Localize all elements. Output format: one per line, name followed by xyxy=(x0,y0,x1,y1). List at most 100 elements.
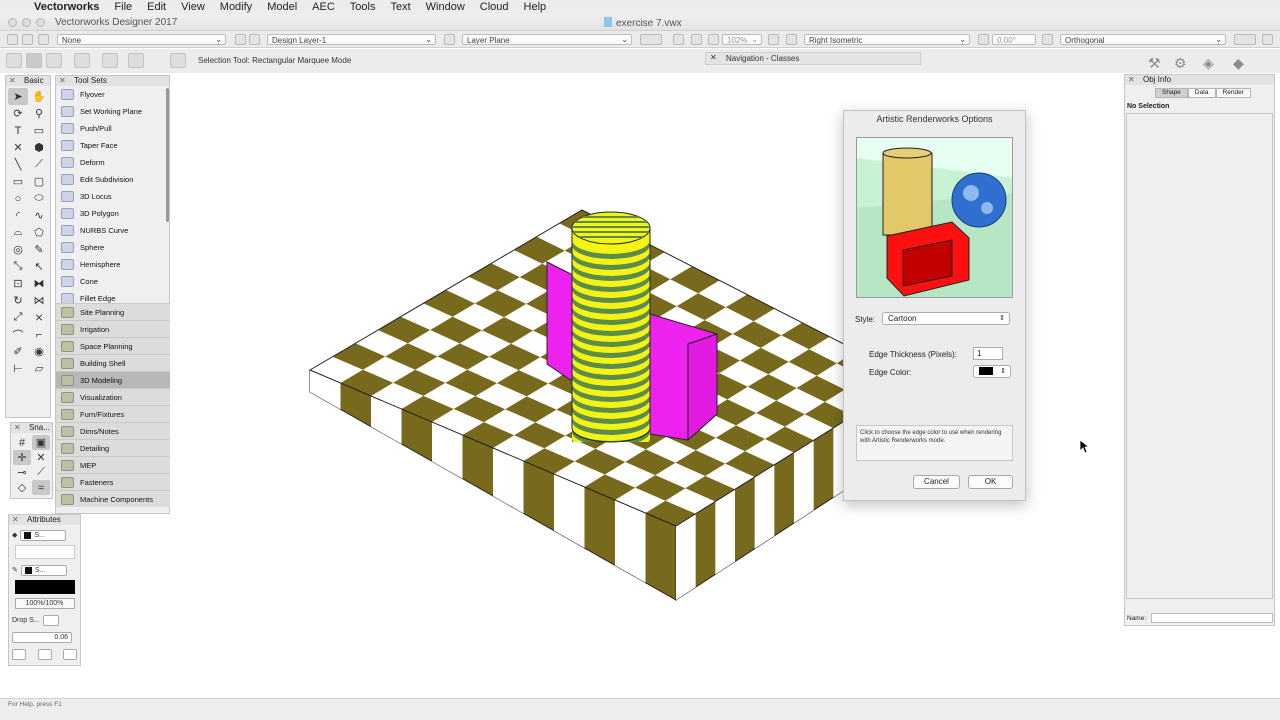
menu-item[interactable]: Modify xyxy=(220,1,252,13)
close-window-button[interactable] xyxy=(8,18,17,27)
tool-hemisphere[interactable]: Hemisphere xyxy=(56,256,169,273)
tool-edit-subdivision[interactable]: Edit Subdivision xyxy=(56,171,169,188)
gear-icon[interactable]: ⚙ xyxy=(1174,55,1187,72)
class-select[interactable]: None ⌄ xyxy=(57,34,226,45)
wrench-icon[interactable]: ⚒ xyxy=(1148,55,1161,72)
menu-item[interactable]: Help xyxy=(524,1,547,13)
menu-item[interactable]: Tools xyxy=(350,1,376,13)
cancel-button[interactable]: Cancel xyxy=(913,475,960,489)
paint-tool-icon[interactable]: ✐ xyxy=(8,343,28,360)
zoom-window-button[interactable] xyxy=(36,18,45,27)
drop-shadow-button[interactable] xyxy=(42,614,59,626)
ok-button[interactable]: OK xyxy=(968,475,1013,489)
arc-tool-icon[interactable]: ◜ xyxy=(8,207,28,224)
style-select[interactable]: Cartoon ⇕ xyxy=(882,312,1010,325)
view-options-icon[interactable] xyxy=(768,34,779,45)
locus-tool-icon[interactable]: ✕ xyxy=(8,139,28,156)
end-marker-select[interactable] xyxy=(37,648,52,660)
tab-shape[interactable]: Shape xyxy=(1155,88,1188,98)
polyline-tool-icon[interactable]: ⌓ xyxy=(8,224,28,241)
rotation-icon[interactable] xyxy=(978,34,989,45)
menu-item[interactable]: Text xyxy=(390,1,410,13)
close-icon[interactable]: ✕ xyxy=(1128,75,1135,85)
circle-tool-icon[interactable]: ○ xyxy=(8,190,28,207)
minimize-window-button[interactable] xyxy=(22,18,31,27)
rect-mode-icon[interactable] xyxy=(102,53,118,68)
pen-style-select[interactable]: S... xyxy=(20,564,67,576)
projection-icon[interactable] xyxy=(1042,34,1053,45)
plot-tool-icon[interactable]: ▱ xyxy=(29,360,49,377)
tool-3d-polygon[interactable]: 3D Polygon xyxy=(56,205,169,222)
render-icon[interactable]: ◈ xyxy=(1203,55,1214,72)
spiral-tool-icon[interactable]: ◎ xyxy=(8,241,28,258)
marker-options-button[interactable] xyxy=(63,648,77,660)
line-thickness-select[interactable]: 0.06 xyxy=(12,631,72,643)
tool-sphere[interactable]: Sphere xyxy=(56,239,169,256)
forward-icon[interactable] xyxy=(22,34,33,45)
navigation-palette[interactable]: ✕ Navigation - Classes xyxy=(705,52,921,65)
rounded-rectangle-tool-icon[interactable]: ▢ xyxy=(29,173,49,190)
zoom-tool-icon[interactable]: ⚲ xyxy=(29,105,49,122)
more-icon[interactable] xyxy=(1262,34,1273,45)
snap-grid-icon[interactable]: # xyxy=(13,435,31,450)
close-icon[interactable]: ✕ xyxy=(9,76,16,86)
menu-item[interactable]: View xyxy=(181,1,205,13)
pan-tool-icon[interactable]: ✋ xyxy=(29,88,49,105)
toolset-machine-components[interactable]: Machine Components xyxy=(56,490,170,507)
snap-point-icon[interactable]: ◇ xyxy=(13,480,31,495)
select-mode-icon[interactable] xyxy=(6,53,22,68)
mirror-tool-icon[interactable]: ⧓ xyxy=(29,275,49,292)
tool-set-working-plane[interactable]: Set Working Plane xyxy=(56,103,169,120)
plane-select[interactable]: Layer Plane ⌄ xyxy=(462,34,632,45)
class-options-icon[interactable] xyxy=(38,34,49,45)
name-field[interactable] xyxy=(1151,613,1273,623)
layer-visibility-icon[interactable] xyxy=(249,34,260,45)
snap-mode-icon[interactable] xyxy=(128,53,144,68)
close-icon[interactable]: ✕ xyxy=(12,515,19,525)
tool-push-pull[interactable]: Push/Pull xyxy=(56,120,169,137)
zoom-selection-icon[interactable] xyxy=(691,34,702,45)
split-tool-icon[interactable]: ⋈ xyxy=(29,292,49,309)
oval-tool-icon[interactable]: ⬭ xyxy=(29,190,49,207)
menu-item[interactable]: Vectorworks xyxy=(34,1,99,13)
zoom-field[interactable]: 102% ⌄ xyxy=(722,34,762,45)
projection-select[interactable]: Orthogonal ⌄ xyxy=(1060,34,1226,45)
offset-tool-icon[interactable]: ⤢ xyxy=(8,309,28,326)
back-icon[interactable] xyxy=(7,34,18,45)
tool-flyover[interactable]: Flyover xyxy=(56,86,169,103)
toolset-fasteners[interactable]: Fasteners xyxy=(56,473,170,490)
view-select[interactable]: Right Isometric ⌄ xyxy=(804,34,970,45)
rectangle-tool-icon[interactable]: ▭ xyxy=(8,173,28,190)
toolset-visualization[interactable]: Visualization xyxy=(56,388,170,405)
snap-edge-icon[interactable]: ≈ xyxy=(32,480,50,495)
line-tool-icon[interactable]: ╲ xyxy=(8,156,28,173)
attribute-mapping-icon[interactable]: ⬢ xyxy=(29,139,49,156)
toolset-building-shell[interactable]: Building Shell xyxy=(56,354,170,371)
zoom-icon[interactable] xyxy=(708,34,719,45)
snap-distance-icon[interactable]: ⊸ xyxy=(13,465,31,480)
standard-views-icon[interactable] xyxy=(786,34,797,45)
close-icon[interactable]: ✕ xyxy=(59,76,66,86)
help-icon[interactable]: ◆ xyxy=(1233,55,1244,72)
preferences-icon[interactable] xyxy=(170,53,186,68)
chamfer-tool-icon[interactable]: ⌐ xyxy=(29,326,49,343)
menu-item[interactable]: Edit xyxy=(147,1,166,13)
rotation-field[interactable]: 0.00° xyxy=(992,34,1036,45)
toolset-irrigation[interactable]: Irrigation xyxy=(56,320,170,337)
toolset-furn-fixtures[interactable]: Furn/Fixtures xyxy=(56,405,170,422)
tool-3d-locus[interactable]: 3D Locus xyxy=(56,188,169,205)
toolset-mep[interactable]: MEP xyxy=(56,456,170,473)
zoom-fit-icon[interactable] xyxy=(673,34,684,45)
snap-object-icon[interactable]: ▣ xyxy=(32,435,50,450)
edge-thickness-input[interactable]: 1 xyxy=(973,347,1003,360)
tool-nurbs-curve[interactable]: NURBS Curve xyxy=(56,222,169,239)
layer-options-icon[interactable] xyxy=(235,34,246,45)
menu-item[interactable]: AEC xyxy=(312,1,335,13)
tool-deform[interactable]: Deform xyxy=(56,154,169,171)
selection-tool-icon[interactable]: ➤ xyxy=(8,88,28,105)
tab-render[interactable]: Render xyxy=(1215,88,1251,98)
start-marker-select[interactable] xyxy=(12,648,26,660)
pen-preview[interactable] xyxy=(14,580,75,594)
text-tool-icon[interactable]: T xyxy=(8,122,28,139)
menu-item[interactable]: Window xyxy=(426,1,465,13)
